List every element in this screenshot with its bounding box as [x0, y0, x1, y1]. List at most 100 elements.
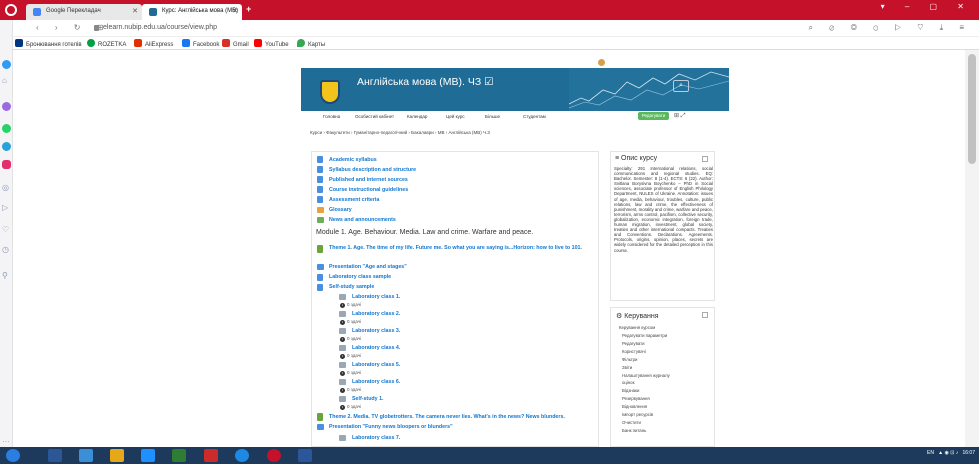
bookmark-facebook[interactable]: Facebook [182, 39, 219, 48]
user-menu[interactable]: Бойченко Світлана Борисівна [575, 59, 678, 67]
admin-item[interactable]: Банк питань [622, 428, 646, 433]
admin-item[interactable]: Відзнаки [622, 388, 639, 393]
youtube-icon [254, 39, 262, 47]
link-published-sources[interactable]: Published and internet sources [329, 177, 408, 183]
link-syllabus-description[interactable]: Syllabus description and structure [329, 167, 416, 173]
link-presentation-news[interactable]: Presentation "Funny news bloopers or blu… [329, 424, 453, 430]
url-field[interactable]: elearn.nubip.edu.ua/course/view.php [103, 24, 217, 31]
word-taskbar-icon[interactable] [298, 449, 312, 462]
link-lab-1[interactable]: Laboratory class 1. [352, 294, 400, 300]
scrollbar-thumb[interactable] [968, 54, 976, 164]
nav-students[interactable]: Студентам [523, 114, 546, 119]
link-presentation-age[interactable]: Presentation "Age and stages" [329, 264, 407, 270]
favorites-icon[interactable]: ♡ [2, 225, 9, 234]
link-news[interactable]: News and announcements [329, 217, 396, 223]
page-scrollbar[interactable] [965, 50, 979, 447]
tab-course[interactable]: Курс: Англійська мова (МВ) ✕ [142, 4, 242, 20]
collapse-block-icon[interactable] [702, 156, 708, 162]
bookmark-maps[interactable]: Карты [297, 39, 325, 48]
link-self-study-sample[interactable]: Self-study sample [329, 284, 374, 290]
admin-item[interactable]: Звіти [622, 365, 632, 370]
taskbar-app-icon[interactable] [172, 449, 186, 462]
link-lab-6[interactable]: Laboratory class 6. [352, 379, 400, 385]
bookmark-aliexpress[interactable]: AliExpress [134, 39, 173, 48]
link-lab-2[interactable]: Laboratory class 2. [352, 311, 400, 317]
tab-google-translate[interactable]: Google Перекладач ✕ [26, 4, 142, 20]
more-icon[interactable]: … [2, 435, 10, 444]
start-button-icon[interactable] [6, 449, 20, 462]
admin-item[interactable]: Редагувати [622, 341, 644, 346]
taskbar-app-icon[interactable] [204, 449, 218, 462]
messenger-icon[interactable] [2, 102, 11, 111]
workspace-icon[interactable] [2, 60, 11, 69]
link-course-guidelines[interactable]: Course instructional guidelines [329, 187, 408, 193]
close-tab-icon[interactable]: ✕ [232, 7, 238, 15]
admin-item[interactable]: Імпорт ресурсів [622, 412, 653, 417]
bookmark-rozetka[interactable]: ROZETKA [87, 39, 126, 48]
link-glossary[interactable]: Glossary [329, 207, 352, 213]
course-banner: Англійська мова (МВ). ЧЗ ☑ ⌕ [301, 68, 729, 111]
link-theme-2[interactable]: Theme 2. Media. TV globetrotters. The ca… [329, 414, 565, 420]
whatsapp-icon[interactable] [2, 124, 11, 133]
link-self-study-1[interactable]: Self-study 1. [352, 396, 384, 402]
system-tray[interactable]: EN ▲ ◉ ⊡ ♪ 16:07 [927, 450, 975, 456]
player-icon[interactable]: ▷ [2, 203, 8, 212]
opera-logo-icon[interactable] [5, 4, 17, 16]
link-lab-3[interactable]: Laboratory class 3. [352, 328, 400, 334]
opera-taskbar-icon[interactable] [267, 449, 281, 462]
pin-icon[interactable]: ⚲ [2, 271, 8, 280]
taskbar-app-icon[interactable] [48, 449, 62, 462]
instagram-icon[interactable] [2, 160, 11, 169]
nav-calendar[interactable]: Календар [407, 114, 427, 119]
home-icon[interactable]: ⌂ [2, 76, 7, 85]
file-icon [317, 186, 323, 193]
telegram-icon[interactable] [2, 142, 11, 151]
nav-home[interactable]: Головна [323, 114, 340, 119]
admin-item[interactable]: Фільтри [622, 357, 637, 362]
link-lab-sample[interactable]: Laboratory class sample [329, 274, 391, 280]
edit-mode-button[interactable]: Редагувати [638, 112, 669, 120]
bookmark-youtube[interactable]: YouTube [254, 39, 289, 48]
admin-item[interactable]: Користувачі [622, 349, 646, 354]
close-tab-icon[interactable]: ✕ [132, 7, 138, 15]
nav-more[interactable]: Більше [485, 114, 500, 119]
avatar[interactable] [597, 59, 605, 66]
admin-item[interactable]: Резервування [622, 396, 650, 401]
admin-item[interactable]: Налаштування журналу [622, 373, 670, 378]
taskbar-app-icon[interactable] [141, 449, 155, 462]
feed-icon[interactable]: ◎ [2, 183, 9, 192]
taskbar-app-icon[interactable] [79, 449, 93, 462]
admin-item[interactable]: Очистити [622, 420, 641, 425]
history-icon[interactable]: ◷ [2, 245, 9, 254]
admin-item[interactable]: Керування курсом [619, 325, 655, 330]
new-tab-icon[interactable]: + [246, 4, 251, 14]
link-lab-5[interactable]: Laboratory class 5. [352, 362, 400, 368]
link-lab-7[interactable]: Laboratory class 7. [352, 435, 400, 441]
admin-item[interactable]: Відновлення [622, 404, 647, 409]
taskbar-app-icon[interactable] [110, 449, 124, 462]
nav-this-course[interactable]: Цей курс [446, 114, 465, 119]
search-icon[interactable]: ⌕ [673, 80, 689, 92]
nav-dashboard[interactable]: Особистий кабінет [355, 114, 394, 119]
tab-label: Google Перекладач [46, 8, 101, 14]
block-drawer-icon[interactable]: ⊞ ⤢ [674, 112, 686, 120]
link-lab-4[interactable]: Laboratory class 4. [352, 345, 400, 351]
toolbar-icons[interactable]: ⌕ ⊘ ◎ ⊙ ▷ ♡ ⤓ ≡ [808, 23, 971, 33]
messages-icon[interactable] [583, 61, 588, 65]
bookmark-gmail[interactable]: Gmail [222, 39, 249, 48]
navigation-icons[interactable]: ‹ › ↻ ⊞ [36, 23, 110, 32]
link-academic-syllabus[interactable]: Academic syllabus [329, 157, 377, 163]
notifications-icon[interactable] [575, 61, 579, 65]
browser-window: Google Перекладач ✕ Курс: Англійська мов… [0, 0, 979, 464]
collapse-block-icon[interactable] [702, 312, 708, 318]
breadcrumb[interactable]: Курси › Факультети › Гуманітарно-педагог… [310, 130, 490, 135]
folder-icon [317, 424, 324, 430]
link-assessment-criteria[interactable]: Assessment criteria [329, 197, 379, 203]
admin-item[interactable]: оцінок [622, 380, 634, 385]
admin-item[interactable]: Редагувати параметри [622, 333, 667, 338]
bookmark-hotels[interactable]: Бронювання готелів [15, 39, 82, 48]
link-theme-1[interactable]: Theme 1. Age. The time of my life. Futur… [329, 244, 587, 252]
window-controls[interactable]: ▾ – ▢ ✕ [881, 2, 973, 11]
course-favicon-icon [149, 8, 157, 16]
taskbar-app-icon[interactable] [235, 449, 249, 462]
